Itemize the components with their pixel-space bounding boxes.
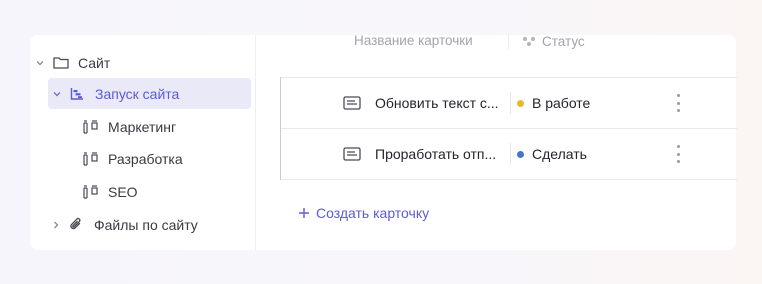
table-row[interactable]: Проработать отп... Сделать	[281, 128, 737, 180]
create-card-button[interactable]: Создать карточку	[298, 205, 429, 221]
tree-item-label: Запуск сайта	[95, 85, 180, 102]
status-dot	[517, 150, 524, 158]
board-icon	[69, 87, 85, 100]
column-header-status: Статус	[522, 35, 585, 49]
cell-divider	[510, 143, 511, 165]
tree-item-development[interactable]: Разработка	[30, 143, 251, 174]
sidebar-tree: Сайт Запуск сайта Маркетинг Разработка S…	[30, 35, 256, 250]
column-header-title: Название карточки	[354, 33, 473, 48]
cards-view: Название карточки Статус Обновить текст …	[256, 33, 737, 250]
chevron-down-icon[interactable]	[51, 88, 63, 100]
card-icon	[343, 96, 361, 110]
card-title[interactable]: Проработать отп...	[375, 146, 496, 162]
tree-item-label: SEO	[108, 183, 138, 200]
status-dot	[517, 99, 524, 107]
paperclip-icon	[68, 217, 84, 232]
status-label: Сделать	[532, 146, 587, 162]
table-row[interactable]: Обновить текст с... В работе	[281, 77, 737, 129]
status-dots-icon	[523, 37, 535, 46]
columns-icon	[81, 119, 99, 134]
plus-icon	[299, 208, 309, 218]
more-menu-icon[interactable]	[674, 94, 682, 112]
chevron-down-icon[interactable]	[34, 57, 46, 69]
create-card-label: Создать карточку	[316, 205, 430, 221]
tree-item-label: Маркетинг	[108, 118, 177, 135]
tree-item-label: Разработка	[108, 150, 183, 167]
card-icon	[343, 147, 361, 161]
columns-icon	[81, 151, 99, 166]
column-header-status-label: Статус	[542, 34, 585, 49]
chevron-right-icon[interactable]	[50, 219, 62, 231]
status-label: В работе	[532, 95, 591, 111]
tree-item-label: Сайт	[78, 54, 111, 71]
cell-divider	[510, 92, 511, 114]
status-cell[interactable]: В работе	[517, 95, 590, 111]
workspace-panel: Сайт Запуск сайта Маркетинг Разработка S…	[30, 33, 737, 250]
columns-icon	[81, 184, 99, 199]
tree-item-seo[interactable]: SEO	[30, 176, 251, 207]
column-divider	[508, 33, 509, 49]
folder-icon	[52, 56, 70, 69]
status-cell[interactable]: Сделать	[517, 146, 587, 162]
cards-list: Обновить текст с... В работе Проработать…	[280, 77, 737, 180]
more-menu-icon[interactable]	[674, 145, 682, 163]
tree-item-label: Файлы по сайту	[94, 216, 198, 233]
tree-item-marketing[interactable]: Маркетинг	[30, 111, 251, 142]
card-title[interactable]: Обновить текст с...	[375, 95, 499, 111]
tree-item-files[interactable]: Файлы по сайту	[30, 209, 251, 240]
tree-item-site[interactable]: Сайт	[30, 47, 251, 78]
tree-item-launch[interactable]: Запуск сайта	[48, 78, 251, 109]
